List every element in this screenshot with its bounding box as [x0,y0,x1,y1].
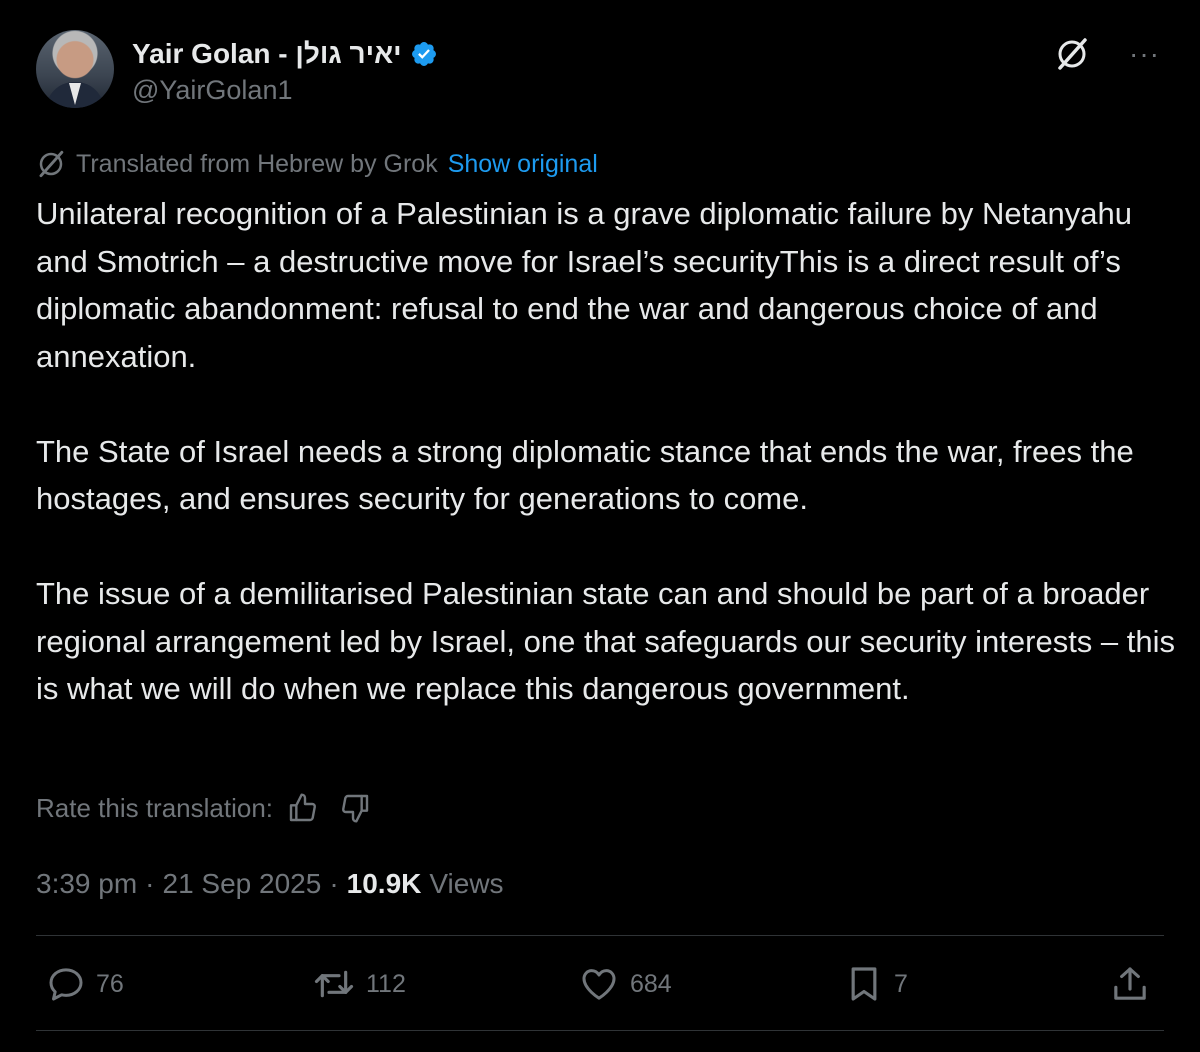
views-count: 10.9K [346,868,422,899]
grok-icon[interactable] [1054,36,1090,72]
reply-icon [49,968,83,1001]
views-label: Views [429,868,504,899]
bookmark-icon [851,967,877,1001]
post-date[interactable]: 21 Sep 2025 [163,868,322,900]
like-icon [582,969,616,1000]
bookmark-count: 7 [894,969,908,998]
translation-label: Translated from Hebrew by Grok [76,149,438,178]
author-handle[interactable]: @YairGolan1 [132,75,292,106]
verified-badge-icon [411,42,436,66]
avatar[interactable] [36,30,114,108]
thumbs-down-icon[interactable] [339,792,371,824]
meta-separator: · [329,868,339,899]
meta-separator: · [145,868,155,899]
action-bar: 76 112 684 7 [36,960,1164,1008]
bookmark-button[interactable]: 7 [844,960,908,1008]
divider [36,935,1164,936]
thumbs-up-icon[interactable] [287,792,319,824]
post-text: Unilateral recognition of a Palestinian … [36,196,1176,706]
repost-icon [314,970,354,998]
reply-count: 76 [96,969,124,998]
post-meta: 3:39 pm · 21 Sep 2025 · 10.9K Views [36,866,504,902]
author-name-row: Yair Golan - יאיר גולן [132,36,438,72]
reply-button[interactable]: 76 [46,960,124,1008]
post-header: Yair Golan - יאיר גולן @YairGolan1 ··· [36,30,1164,114]
translation-banner: Translated from Hebrew by Grok Show orig… [36,148,598,180]
share-icon [1114,967,1146,1000]
repost-button[interactable]: 112 [312,960,406,1008]
post-time[interactable]: 3:39 pm [36,868,137,900]
like-count: 684 [630,969,672,998]
show-original-link[interactable]: Show original [448,150,598,179]
like-button[interactable]: 684 [578,960,672,1008]
author-display-name[interactable]: Yair Golan - יאיר גולן [132,38,402,70]
divider [36,1030,1164,1031]
share-button[interactable] [1110,960,1160,1008]
repost-count: 112 [366,969,406,998]
grok-icon [39,150,64,178]
more-icon[interactable]: ··· [1129,38,1160,70]
rate-translation-label: Rate this translation: [36,792,274,823]
rate-translation: Rate this translation: [36,790,371,826]
